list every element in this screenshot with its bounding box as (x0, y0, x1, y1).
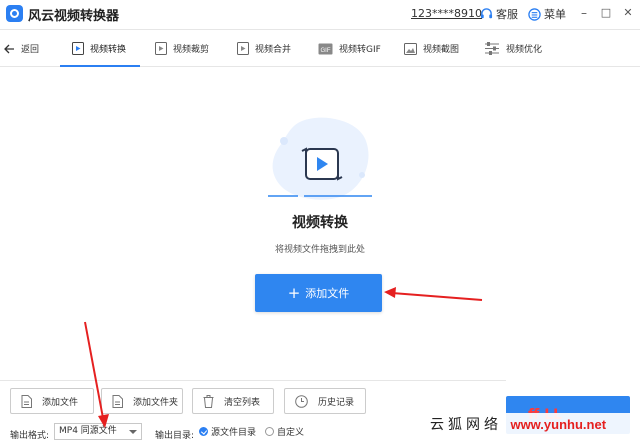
video-convert-illustration-icon (268, 117, 372, 200)
watermark: 云狐网络 www.yunhu.net (424, 413, 640, 437)
radio-unchecked-icon (265, 427, 274, 436)
video-merge-icon (237, 42, 249, 55)
tab-video-optimize[interactable]: 视频优化 (484, 30, 542, 67)
radio-custom-dir[interactable]: 自定义 (265, 425, 304, 438)
account-link[interactable]: 123****8910 (411, 7, 482, 20)
radio-checked-icon (199, 427, 208, 436)
tab-label: 视频转GIF (339, 45, 381, 55)
output-dir-label: 输出目录: (155, 431, 195, 441)
add-file-label: 添加文件 (42, 397, 79, 408)
file-icon (21, 394, 32, 408)
tab-video-crop[interactable]: 视频裁剪 (155, 30, 209, 67)
add-folder-label: 添加文件夹 (133, 397, 179, 408)
plus-icon: + (287, 283, 301, 302)
output-format-select[interactable]: MP4 同源文件 (54, 423, 142, 440)
video-crop-icon (155, 42, 167, 55)
maximize-button[interactable]: □ (597, 4, 615, 22)
tab-video-merge[interactable]: 视频合并 (237, 30, 291, 67)
menu-button[interactable]: 菜单 (528, 5, 566, 23)
app-window: 风云视频转换器 123****8910 客服 菜单 – □ ✕ 返回 视频转换 … (0, 0, 640, 443)
title-bar: 风云视频转换器 123****8910 客服 菜单 – □ ✕ (0, 0, 640, 28)
back-label: 返回 (21, 45, 40, 55)
add-folder-button[interactable]: 添加文件夹 (101, 388, 183, 414)
history-label: 历史记录 (318, 397, 355, 408)
tab-label: 视频裁剪 (173, 45, 210, 55)
history-button[interactable]: 历史记录 (284, 388, 366, 414)
annotation-arrow-to-add-button (384, 287, 483, 301)
tab-video-gif[interactable]: GIF 视频转GIF (318, 30, 381, 67)
active-tab-indicator (60, 65, 140, 67)
headset-icon (480, 7, 493, 18)
folder-file-icon (112, 394, 123, 408)
gif-icon: GIF (318, 43, 333, 54)
drop-area-title: 视频转换 (292, 215, 348, 231)
drop-area-hint: 将视频文件拖拽到此处 (274, 245, 365, 255)
service-label: 客服 (496, 8, 518, 21)
toolbar-divider (0, 380, 506, 381)
video-convert-icon (72, 42, 84, 55)
tab-video-screenshot[interactable]: 视频截图 (404, 30, 459, 67)
clear-list-button[interactable]: 清空列表 (192, 388, 274, 414)
output-format-value: MP4 同源文件 (59, 426, 117, 436)
back-arrow-icon (4, 44, 14, 53)
trash-icon (203, 394, 214, 408)
radio-custom-dir-label: 自定义 (277, 428, 305, 438)
close-button[interactable]: ✕ (619, 4, 637, 22)
chevron-down-icon (129, 430, 137, 434)
watermark-text: 云狐网络 (430, 417, 502, 433)
minimize-button[interactable]: – (575, 4, 593, 22)
optimize-icon (485, 42, 499, 55)
tab-label: 视频合并 (255, 45, 292, 55)
menu-label: 菜单 (544, 8, 566, 21)
add-file-primary-button[interactable]: + 添加文件 (255, 274, 382, 312)
radio-source-dir-label: 源文件目录 (211, 428, 257, 438)
clear-list-label: 清空列表 (224, 397, 261, 408)
app-title: 风云视频转换器 (28, 9, 120, 24)
back-button[interactable]: 返回 (4, 30, 39, 67)
radio-source-dir[interactable]: 源文件目录 (199, 425, 256, 438)
output-format-label: 输出格式: (10, 431, 50, 441)
app-logo-icon (6, 5, 23, 22)
add-file-button[interactable]: 添加文件 (10, 388, 94, 414)
clock-icon (295, 394, 308, 408)
svg-text:GIF: GIF (321, 48, 331, 54)
menu-icon (528, 7, 541, 21)
nav-bar: 返回 视频转换 视频裁剪 视频合并 GIF 视频转GIF 视频截图 视频优化 (0, 29, 640, 67)
watermark-domain: www.yunhu.net (510, 417, 607, 432)
tab-label: 视频截图 (423, 45, 460, 55)
add-file-primary-label: 添加文件 (305, 287, 350, 300)
screenshot-icon (404, 42, 417, 55)
tab-video-convert[interactable]: 视频转换 (72, 30, 126, 67)
service-button[interactable]: 客服 (480, 5, 518, 23)
tab-label: 视频优化 (506, 45, 543, 55)
tab-label: 视频转换 (90, 45, 127, 55)
